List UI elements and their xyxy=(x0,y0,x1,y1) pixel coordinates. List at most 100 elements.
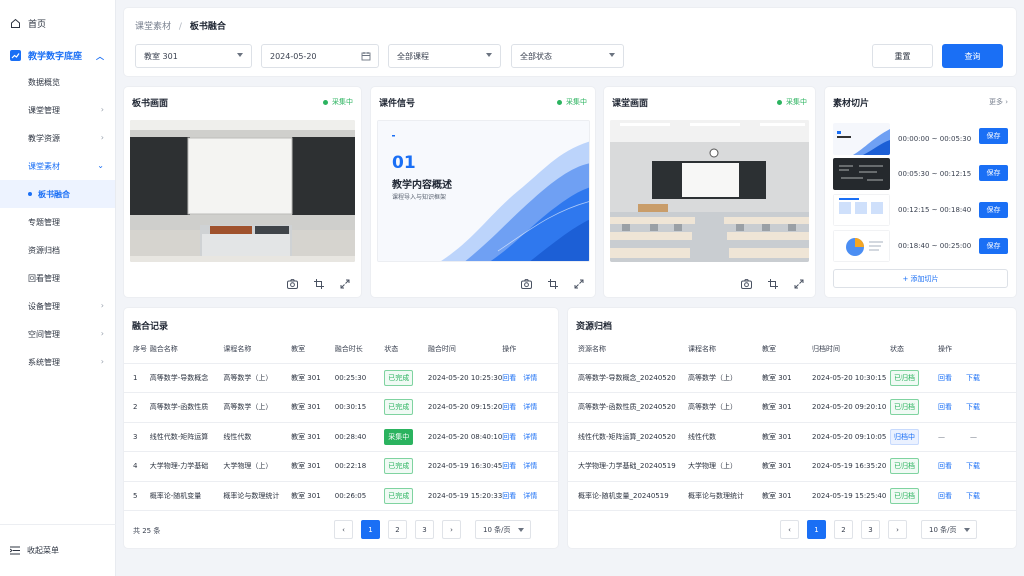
next-page-button[interactable]: › xyxy=(442,520,461,539)
table-row[interactable]: 2 高等数学-函数性质 高等数学（上） 教室 301 00:30:15 已完成 2024-0… xyxy=(124,392,558,423)
detail-link[interactable]: 详情 xyxy=(523,492,537,500)
chevron-right-icon: › xyxy=(100,357,104,366)
sidebar-item[interactable]: 空间管理 › xyxy=(0,320,115,348)
clip-save-button[interactable]: 保存 xyxy=(979,202,1008,218)
status-badge: 已完成 xyxy=(384,399,414,416)
table-row[interactable]: 4 大学物理-力学基础 大学物理（上） 教室 301 00:22:18 已完成 2024-0… xyxy=(124,451,558,482)
chart-icon xyxy=(10,49,21,61)
room-select[interactable]: 教室 301 xyxy=(135,44,252,68)
table-row[interactable]: 3 线性代数-矩阵运算 线性代数 教室 301 00:28:40 采集中 2024-05-2… xyxy=(124,422,558,452)
crop-icon[interactable] xyxy=(312,277,325,290)
query-button[interactable]: 查询 xyxy=(942,44,1003,68)
cell-room: 教室 301 xyxy=(762,451,812,482)
next-page-button[interactable]: › xyxy=(888,520,907,539)
detail-link[interactable]: 详情 xyxy=(523,433,537,441)
cell-course: 概率论与数理统计 xyxy=(223,481,292,511)
sidebar-item-label: 教学资源 xyxy=(28,133,60,143)
detail-link[interactable]: 详情 xyxy=(523,374,537,382)
nav-home[interactable]: 首页 xyxy=(0,10,115,36)
fusion-table: 序号 融合名称 课程名称 教室 融合时长 状态 融合时间 操作 1 高等数学-导数概念 高等数学（… xyxy=(124,336,558,511)
download-link[interactable]: 下载 xyxy=(966,492,980,500)
page-button[interactable]: 3 xyxy=(415,520,434,539)
column-header: 教室 xyxy=(762,336,812,364)
sidebar-item[interactable]: 资源归档 xyxy=(0,236,115,264)
clip-save-button[interactable]: 保存 xyxy=(979,165,1008,181)
replay-link[interactable]: 回看 xyxy=(502,433,516,441)
courseware-slide-frame[interactable]: 01 教学内容概述 课程导入与知识框架 xyxy=(377,120,590,262)
breadcrumb-parent[interactable]: 课堂素材 xyxy=(135,22,171,32)
prev-page-button[interactable]: ‹ xyxy=(334,520,353,539)
download-link[interactable]: 下载 xyxy=(966,374,980,382)
sidebar: 首页 教学数字底座 ︿ 数据概览 课堂管理 › 教学资源 › 课堂素材 ⌄ 板书融合 专题管… xyxy=(0,0,116,576)
page-size-select[interactable]: 10 条/页 xyxy=(921,520,977,539)
replay-link[interactable]: 回看 xyxy=(938,403,952,411)
collapse-menu-button[interactable]: 收起菜单 xyxy=(0,524,116,576)
crop-icon[interactable] xyxy=(766,277,779,290)
expand-icon[interactable] xyxy=(572,277,585,290)
replay-link[interactable]: 回看 xyxy=(938,374,952,382)
reset-button[interactable]: 重置 xyxy=(872,44,933,68)
sidebar-item[interactable]: 回看管理 xyxy=(0,264,115,292)
expand-icon[interactable] xyxy=(792,277,805,290)
clip-thumbnail[interactable] xyxy=(833,230,890,262)
table-row[interactable]: 大学物理-力学基础_20240519 大学物理（上） 教室 301 2024-05-1… xyxy=(568,451,1016,482)
clip-thumbnail[interactable] xyxy=(833,158,890,190)
crop-icon[interactable] xyxy=(546,277,559,290)
clips-more-link[interactable]: 更多 › xyxy=(989,97,1008,107)
sidebar-item[interactable]: 设备管理 › xyxy=(0,292,115,320)
date-picker[interactable]: 2024-05-20 xyxy=(261,44,379,68)
table-row[interactable]: 高等数学-函数性质_20240520 高等数学（上） 教室 301 2024-05-2… xyxy=(568,392,1016,423)
sidebar-item-label: 设备管理 xyxy=(28,301,60,311)
camera-icon[interactable] xyxy=(740,277,753,290)
clip-save-button[interactable]: 保存 xyxy=(979,238,1008,254)
board-video-frame[interactable] xyxy=(130,120,355,262)
download-link[interactable]: 下载 xyxy=(966,462,980,470)
prev-page-button[interactable]: ‹ xyxy=(780,520,799,539)
clip-thumbnail[interactable] xyxy=(833,194,890,226)
replay-link[interactable]: 回看 xyxy=(502,403,516,411)
detail-link[interactable]: 详情 xyxy=(523,462,537,470)
table-row[interactable]: 概率论-随机变量_20240519 概率论与数理统计 教室 301 2024-05-1… xyxy=(568,481,1016,511)
page-button[interactable]: 1 xyxy=(807,520,826,539)
cell-name: 概率论-随机变量 xyxy=(149,481,224,511)
replay-link[interactable]: 回看 xyxy=(502,374,516,382)
cell-time: 2024-05-20 09:15:20 xyxy=(427,392,503,423)
download-link[interactable]: 下载 xyxy=(966,403,980,411)
camera-icon[interactable] xyxy=(520,277,533,290)
sidebar-item[interactable]: 课堂管理 › xyxy=(0,96,115,124)
status-select[interactable]: 全部状态 xyxy=(511,44,624,68)
table-row[interactable]: 5 概率论-随机变量 概率论与数理统计 教室 301 00:26:05 已完成 2024-0… xyxy=(124,481,558,511)
clip-thumbnail[interactable] xyxy=(833,123,890,155)
page-button[interactable]: 1 xyxy=(361,520,380,539)
page-button[interactable]: 3 xyxy=(861,520,880,539)
replay-link[interactable]: 回看 xyxy=(938,462,952,470)
sidebar-item[interactable]: 教学资源 › xyxy=(0,124,115,152)
nav-group-teaching-base[interactable]: 教学数字底座 ︿ xyxy=(0,42,115,68)
classroom-video-frame[interactable] xyxy=(610,120,809,262)
sidebar-item[interactable]: 数据概览 xyxy=(0,68,115,96)
sidebar-item[interactable]: 专题管理 xyxy=(0,208,115,236)
cell-dur: 00:28:40 xyxy=(334,422,385,452)
nav-leaf-board-fusion[interactable]: 板书融合 xyxy=(0,180,115,208)
chevron-up-icon: ︿ xyxy=(96,52,104,61)
page-size-select[interactable]: 10 条/页 xyxy=(475,520,531,539)
replay-link[interactable]: 回看 xyxy=(502,492,516,500)
replay-link[interactable]: 回看 xyxy=(502,462,516,470)
camera-icon[interactable] xyxy=(286,277,299,290)
sidebar-item[interactable]: 课堂素材 ⌄ xyxy=(0,152,115,180)
add-clip-button[interactable]: + 添加切片 xyxy=(833,269,1008,288)
page-button[interactable]: 2 xyxy=(388,520,407,539)
table-row[interactable]: 高等数学-导数概念_20240520 高等数学（上） 教室 301 2024-05-2… xyxy=(568,363,1016,393)
table-row[interactable]: 线性代数-矩阵运算_20240520 线性代数 教室 301 2024-05-20 0… xyxy=(568,422,1016,452)
cell-course: 线性代数 xyxy=(688,422,762,452)
expand-icon[interactable] xyxy=(338,277,351,290)
course-select[interactable]: 全部课程 xyxy=(388,44,501,68)
cell-room: 教室 301 xyxy=(762,392,812,423)
table-row[interactable]: 1 高等数学-导数概念 高等数学（上） 教室 301 00:25:30 已完成 2024-0… xyxy=(124,363,558,393)
clip-save-button[interactable]: 保存 xyxy=(979,128,1008,144)
sidebar-item-label: 课堂素材 xyxy=(28,161,60,171)
page-button[interactable]: 2 xyxy=(834,520,853,539)
sidebar-item[interactable]: 系统管理 › xyxy=(0,348,115,376)
detail-link[interactable]: 详情 xyxy=(523,403,537,411)
replay-link[interactable]: 回看 xyxy=(938,492,952,500)
